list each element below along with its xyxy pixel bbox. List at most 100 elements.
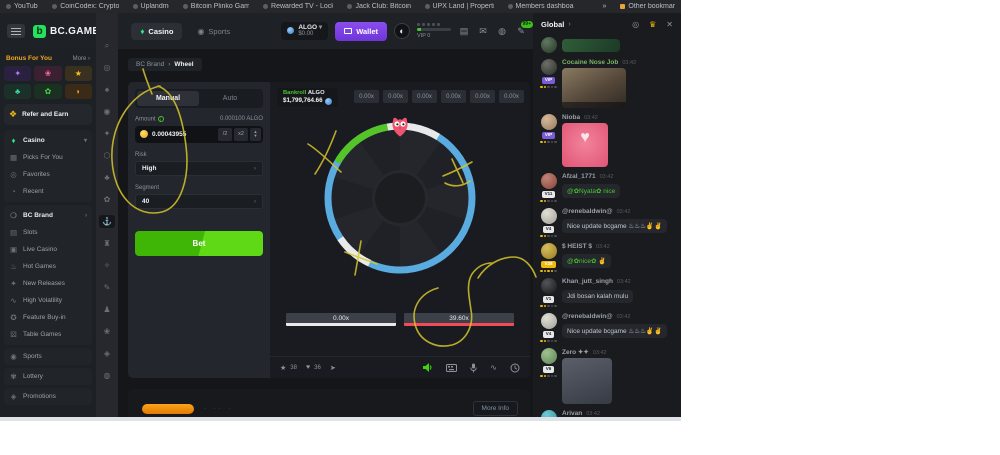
chat-username[interactable]: Zero ✦✦ bbox=[562, 348, 589, 356]
bet-button[interactable]: Bet bbox=[135, 231, 263, 256]
bookmark-item[interactable]: Rewarded TV - Lock... bbox=[263, 3, 333, 10]
tab-sports[interactable]: ◉Sports bbox=[188, 23, 239, 40]
chat-username[interactable]: Arivan bbox=[562, 410, 582, 417]
balance-selector[interactable]: ALGO ▾ $0.00 bbox=[281, 22, 328, 40]
bookmarks-overflow-chevron[interactable]: » bbox=[602, 3, 606, 10]
hotkeys-icon[interactable] bbox=[446, 364, 457, 372]
orange-action-button[interactable] bbox=[142, 404, 194, 414]
history-icon[interactable] bbox=[510, 363, 520, 373]
trophy-icon[interactable]: ♛ bbox=[649, 20, 656, 29]
rail-icon[interactable]: ✦ bbox=[99, 127, 115, 140]
gold-star-icon[interactable]: ★ bbox=[65, 66, 92, 81]
bookmark-item[interactable]: UPX Land | Properti... bbox=[425, 3, 494, 10]
rail-icon[interactable]: ♠ bbox=[99, 83, 115, 96]
avatar[interactable] bbox=[541, 114, 557, 130]
rail-icon[interactable]: ◈ bbox=[99, 347, 115, 360]
mic-icon[interactable] bbox=[470, 363, 477, 373]
close-chat-icon[interactable]: ✕ bbox=[666, 20, 673, 29]
leaderboard-icon[interactable]: ▤ bbox=[458, 26, 470, 37]
segment-select[interactable]: 40 › bbox=[135, 194, 263, 209]
share-icon[interactable]: ➤ bbox=[330, 364, 336, 372]
other-bookmarks[interactable]: Other bookmar... bbox=[620, 3, 675, 10]
info-icon[interactable]: i bbox=[158, 116, 164, 122]
bonus-more-link[interactable]: More › bbox=[73, 56, 90, 62]
avatar[interactable] bbox=[541, 208, 557, 224]
green-potion-icon[interactable]: ♣ bbox=[4, 84, 31, 99]
gold-bell-icon[interactable]: ◗ bbox=[65, 84, 92, 99]
sidebar-item-recent[interactable]: ◔Recent bbox=[4, 183, 92, 200]
sidebar-item-favorites[interactable]: ◎Favorites bbox=[4, 166, 92, 183]
amount-stepper[interactable]: ▲▼ bbox=[250, 128, 261, 141]
rail-icon[interactable]: ♜ bbox=[99, 237, 115, 250]
sidebar-item-bc-brand[interactable]: ❍BC Brand› bbox=[4, 207, 92, 224]
rail-icon[interactable]: ❀ bbox=[99, 325, 115, 338]
rail-icon[interactable]: ♟ bbox=[99, 303, 115, 316]
refer-and-earn[interactable]: ❖ Refer and Earn bbox=[4, 104, 92, 125]
chat-username[interactable]: Nioba bbox=[562, 114, 580, 121]
rail-icon[interactable]: ⬡ bbox=[99, 149, 115, 162]
sidebar-item-table-games[interactable]: ⚄Table Games bbox=[4, 326, 92, 343]
hamburger-menu-icon[interactable] bbox=[7, 24, 25, 38]
avatar[interactable] bbox=[541, 173, 557, 189]
chat-rules-icon[interactable]: ◎ bbox=[632, 20, 639, 29]
rail-icon[interactable]: ✿ bbox=[99, 193, 115, 206]
sidebar-item-picks-for-you[interactable]: ▦Picks For You bbox=[4, 149, 92, 166]
vip-progress[interactable]: VIP 0 bbox=[417, 23, 451, 39]
chat-username[interactable]: Khan_jutt_singh bbox=[562, 278, 613, 285]
pink-flower-egg-icon[interactable]: ❀ bbox=[34, 66, 61, 81]
sidebar-item-hot-games[interactable]: ♨Hot Games bbox=[4, 258, 92, 275]
rail-icon[interactable]: ♣ bbox=[99, 171, 115, 184]
inbox-icon[interactable]: ✉ bbox=[477, 26, 489, 37]
horizontal-scrollbar[interactable] bbox=[0, 417, 681, 421]
wallet-button[interactable]: Wallet bbox=[335, 22, 387, 41]
risk-select[interactable]: High › bbox=[135, 161, 263, 176]
breadcrumb-parent[interactable]: BC Brand bbox=[136, 61, 164, 68]
bell-icon[interactable]: ◍ bbox=[496, 26, 508, 37]
sidebar-item-promotions[interactable]: ◈Promotions bbox=[4, 388, 92, 405]
more-info-button[interactable]: More Info bbox=[473, 401, 518, 416]
rail-icon[interactable]: ✎ bbox=[99, 281, 115, 294]
avatar[interactable] bbox=[541, 243, 557, 259]
rail-icon[interactable]: ◉ bbox=[99, 105, 115, 118]
tab-casino[interactable]: ♦Casino bbox=[131, 23, 182, 40]
sidebar-item-sports[interactable]: ◉Sports bbox=[4, 348, 92, 365]
chat-username[interactable]: Afzal_1771 bbox=[562, 173, 596, 180]
double-amount-button[interactable]: x2 bbox=[234, 128, 248, 141]
sidebar-item-high-volatility[interactable]: ∿High Volatility bbox=[4, 292, 92, 309]
bookmark-item[interactable]: YouTube bbox=[6, 3, 38, 10]
half-amount-button[interactable]: /2 bbox=[218, 128, 232, 141]
star-icon[interactable]: ★ bbox=[280, 364, 286, 372]
bcgame-logo[interactable]: b BC.GAME bbox=[33, 25, 99, 38]
rail-icon[interactable]: ◍ bbox=[99, 369, 115, 382]
chat-username[interactable]: $ HEIST $ bbox=[562, 243, 592, 250]
purple-gem-egg-icon[interactable]: ✦ bbox=[4, 66, 31, 81]
sidebar-item-casino[interactable]: ♦Casino▾ bbox=[4, 132, 92, 149]
sound-icon[interactable] bbox=[423, 363, 433, 372]
sidebar-item-lottery[interactable]: ✾Lottery bbox=[4, 368, 92, 385]
spin-wheel-icon[interactable]: ◐ bbox=[394, 23, 410, 39]
bookmark-item[interactable]: Jack Club: Bitcoin... bbox=[347, 3, 410, 10]
rail-icon[interactable]: ✧ bbox=[99, 259, 115, 272]
green-leaf-cash-icon[interactable]: ✿ bbox=[34, 84, 61, 99]
stats-icon[interactable]: ∿ bbox=[490, 363, 497, 372]
bookmark-item[interactable]: Uplandme bbox=[133, 3, 169, 10]
tab-manual[interactable]: Manual bbox=[137, 91, 199, 106]
sidebar-item-live-casino[interactable]: ▣Live Casino bbox=[4, 241, 92, 258]
chat-username[interactable]: @renebaldwin@ bbox=[562, 313, 613, 320]
heart-icon[interactable]: ♥ bbox=[306, 364, 310, 371]
bookmark-item[interactable]: Bitcoin Plinko Gam... bbox=[183, 3, 249, 10]
avatar[interactable] bbox=[541, 313, 557, 329]
sidebar-item-slots[interactable]: ▤Slots bbox=[4, 224, 92, 241]
avatar[interactable] bbox=[541, 348, 557, 364]
avatar[interactable] bbox=[541, 37, 557, 53]
chat-username[interactable]: @renebaldwin@ bbox=[562, 208, 613, 215]
chat-username[interactable]: Cocaine Nose Job bbox=[562, 59, 618, 66]
avatar[interactable] bbox=[541, 59, 557, 75]
bookmark-item[interactable]: Members dashboar... bbox=[508, 3, 575, 10]
sidebar-item-new-releases[interactable]: ✦New Releases bbox=[4, 275, 92, 292]
amount-input[interactable]: 0.00043955 /2 x2 ▲▼ bbox=[135, 126, 263, 143]
rail-icon[interactable]: ◎ bbox=[99, 61, 115, 74]
avatar[interactable] bbox=[541, 278, 557, 294]
rail-icon[interactable]: ⚓ bbox=[99, 215, 115, 228]
bookmark-item[interactable]: CoinCodex: Crypto... bbox=[52, 3, 118, 10]
